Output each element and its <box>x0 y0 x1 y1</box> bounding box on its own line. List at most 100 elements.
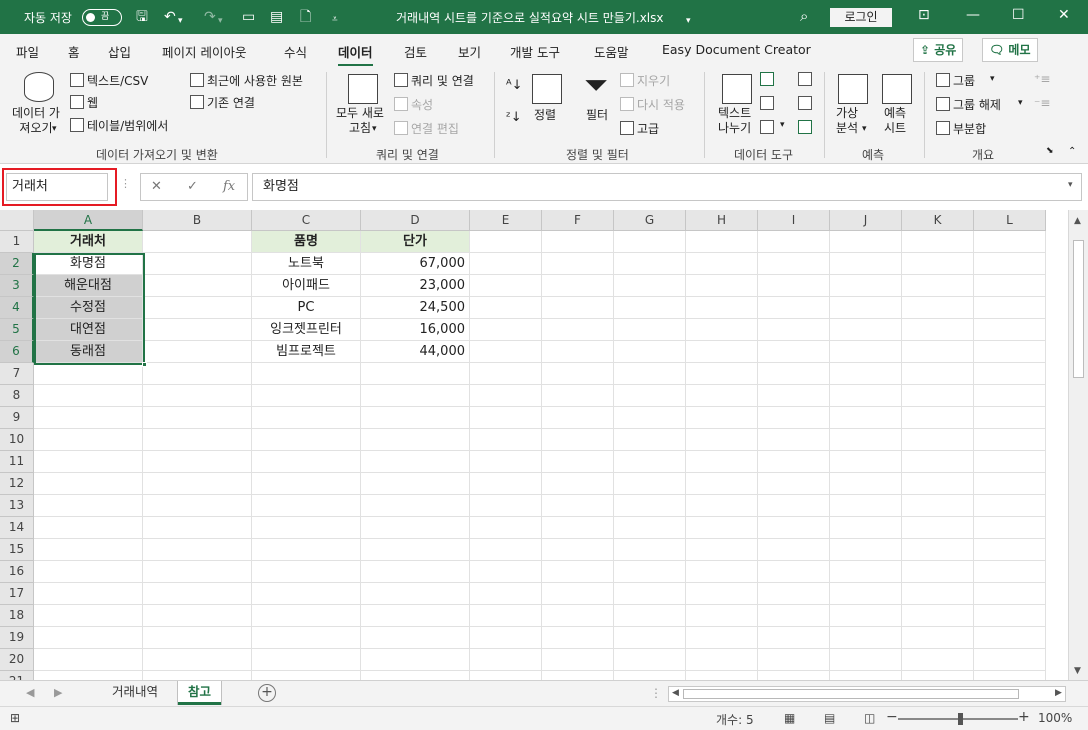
cell-a17[interactable] <box>34 583 143 605</box>
cell-e4[interactable] <box>470 297 542 319</box>
row-header-6[interactable]: 6 <box>0 341 34 363</box>
new-sheet-icon[interactable]: ▭ <box>242 8 255 26</box>
group-dropdown-icon[interactable]: ▾ <box>990 74 995 84</box>
column-header-j[interactable]: J <box>830 210 902 231</box>
cell-l14[interactable] <box>974 517 1046 539</box>
cell-a21[interactable] <box>34 671 143 680</box>
cell-c19[interactable] <box>252 627 361 649</box>
row-header-16[interactable]: 16 <box>0 561 34 583</box>
row-header-21[interactable]: 21 <box>0 671 34 680</box>
cell-e16[interactable] <box>470 561 542 583</box>
cell-j3[interactable] <box>830 275 902 297</box>
ribbon-display-icon[interactable]: ⊡ <box>918 7 930 23</box>
cell-b3[interactable] <box>143 275 252 297</box>
new-document-icon[interactable]: 🗋 <box>300 8 311 26</box>
cell-g3[interactable] <box>614 275 686 297</box>
cell-b10[interactable] <box>143 429 252 451</box>
cell-f5[interactable] <box>542 319 614 341</box>
tab-file[interactable]: 파일 <box>16 42 39 61</box>
page-break-view-icon[interactable]: ◫ <box>864 711 875 725</box>
data-validation-icon[interactable] <box>760 120 774 134</box>
cell-i1[interactable] <box>758 231 830 253</box>
cell-g14[interactable] <box>614 517 686 539</box>
cell-g10[interactable] <box>614 429 686 451</box>
row-header-14[interactable]: 14 <box>0 517 34 539</box>
cell-e15[interactable] <box>470 539 542 561</box>
vertical-scroll-thumb[interactable] <box>1073 240 1084 378</box>
search-icon[interactable]: ⌕ <box>800 7 808 25</box>
cell-c12[interactable] <box>252 473 361 495</box>
cell-b7[interactable] <box>143 363 252 385</box>
cell-b5[interactable] <box>143 319 252 341</box>
cell-l3[interactable] <box>974 275 1046 297</box>
cell-h1[interactable] <box>686 231 758 253</box>
cell-l18[interactable] <box>974 605 1046 627</box>
cell-d3[interactable]: 23,000 <box>361 275 470 297</box>
cell-c15[interactable] <box>252 539 361 561</box>
what-if-dropdown-icon[interactable]: ▾ <box>862 124 867 134</box>
cell-f10[interactable] <box>542 429 614 451</box>
login-button[interactable]: 로그인 <box>830 8 892 27</box>
row-header-4[interactable]: 4 <box>0 297 34 319</box>
cell-g4[interactable] <box>614 297 686 319</box>
cell-g11[interactable] <box>614 451 686 473</box>
group-button[interactable]: 그룹 <box>936 72 975 89</box>
cell-e5[interactable] <box>470 319 542 341</box>
cell-j1[interactable] <box>830 231 902 253</box>
column-header-l[interactable]: L <box>974 210 1046 231</box>
ungroup-button[interactable]: 그룹 해제 <box>936 96 1001 113</box>
cell-j19[interactable] <box>830 627 902 649</box>
cell-j12[interactable] <box>830 473 902 495</box>
cell-e3[interactable] <box>470 275 542 297</box>
cell-i19[interactable] <box>758 627 830 649</box>
cell-b21[interactable] <box>143 671 252 680</box>
cell-g5[interactable] <box>614 319 686 341</box>
cell-l12[interactable] <box>974 473 1046 495</box>
cell-b16[interactable] <box>143 561 252 583</box>
tab-formulas[interactable]: 수식 <box>284 42 307 61</box>
cell-f20[interactable] <box>542 649 614 671</box>
cell-c17[interactable] <box>252 583 361 605</box>
cell-e8[interactable] <box>470 385 542 407</box>
cell-c2[interactable]: 노트북 <box>252 253 361 275</box>
cell-i18[interactable] <box>758 605 830 627</box>
cell-e18[interactable] <box>470 605 542 627</box>
cell-d19[interactable] <box>361 627 470 649</box>
cell-h18[interactable] <box>686 605 758 627</box>
cell-k5[interactable] <box>902 319 974 341</box>
scroll-up-icon[interactable]: ▲ <box>1074 216 1081 226</box>
cell-a12[interactable] <box>34 473 143 495</box>
cell-l17[interactable] <box>974 583 1046 605</box>
cell-f9[interactable] <box>542 407 614 429</box>
cell-a7[interactable] <box>34 363 143 385</box>
tab-splitter-icon[interactable]: ⋮ <box>650 686 662 700</box>
column-header-i[interactable]: I <box>758 210 830 231</box>
cell-g12[interactable] <box>614 473 686 495</box>
column-header-c[interactable]: C <box>252 210 361 231</box>
cell-d18[interactable] <box>361 605 470 627</box>
cell-i11[interactable] <box>758 451 830 473</box>
cell-l19[interactable] <box>974 627 1046 649</box>
column-header-g[interactable]: G <box>614 210 686 231</box>
cell-j13[interactable] <box>830 495 902 517</box>
expand-formula-bar-icon[interactable]: ▾ <box>1068 180 1073 190</box>
column-header-f[interactable]: F <box>542 210 614 231</box>
cell-k13[interactable] <box>902 495 974 517</box>
cell-a5[interactable]: 대연점 <box>34 319 143 341</box>
cell-i6[interactable] <box>758 341 830 363</box>
normal-view-icon[interactable]: ▦ <box>784 711 795 725</box>
collapse-ribbon-icon[interactable]: ⌃ <box>1068 146 1076 157</box>
cell-c4[interactable]: PC <box>252 297 361 319</box>
sheet-tab-reference[interactable]: 참고 <box>178 681 222 705</box>
cell-i12[interactable] <box>758 473 830 495</box>
cell-d2[interactable]: 67,000 <box>361 253 470 275</box>
cell-c8[interactable] <box>252 385 361 407</box>
customize-qat-icon[interactable]: ⩡ <box>332 11 338 29</box>
cell-h4[interactable] <box>686 297 758 319</box>
row-header-2[interactable]: 2 <box>0 253 34 275</box>
page-layout-view-icon[interactable]: ▤ <box>824 711 835 725</box>
cell-i16[interactable] <box>758 561 830 583</box>
cell-j15[interactable] <box>830 539 902 561</box>
cell-l1[interactable] <box>974 231 1046 253</box>
outline-launcher-icon[interactable]: ⬊ <box>1046 146 1054 156</box>
